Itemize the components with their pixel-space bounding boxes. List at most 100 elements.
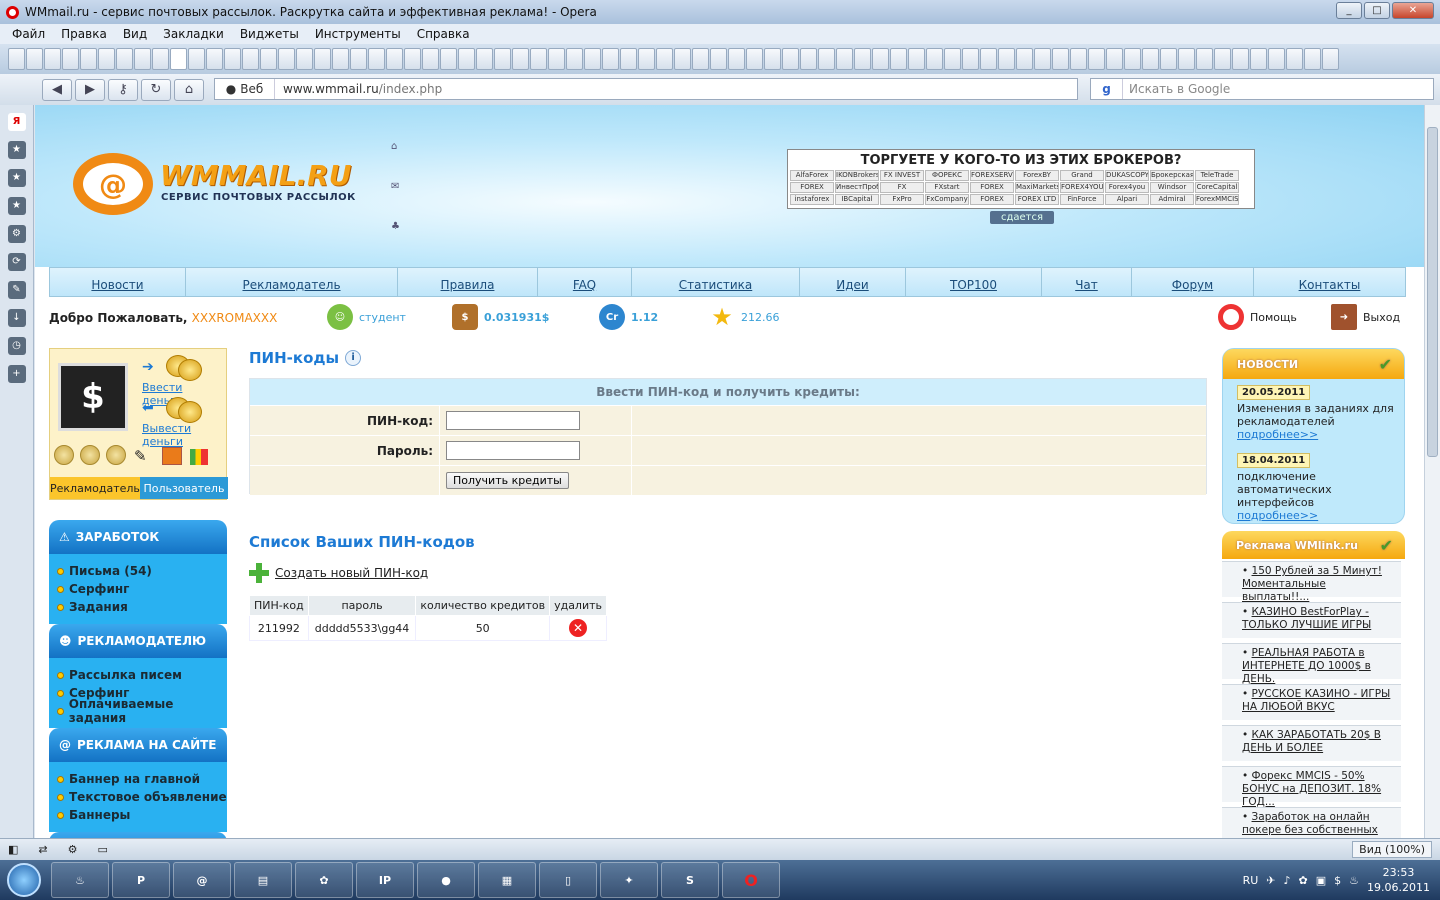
broker-logo[interactable]: TeleTrade xyxy=(1195,170,1239,181)
broker-logo[interactable]: FOREX CLUB xyxy=(970,182,1014,193)
broker-logo[interactable]: IKONBrokers xyxy=(835,170,879,181)
browser-tab[interactable] xyxy=(8,48,25,70)
avatar[interactable]: $ xyxy=(58,363,128,431)
browser-tab[interactable] xyxy=(908,48,925,70)
delete-icon[interactable]: ✕ xyxy=(569,619,588,637)
browser-tab[interactable] xyxy=(116,48,133,70)
broker-logo[interactable]: ForexBY xyxy=(1015,170,1059,181)
browser-tab[interactable] xyxy=(1214,48,1231,70)
browser-tab[interactable] xyxy=(242,48,259,70)
browser-tab[interactable] xyxy=(1070,48,1087,70)
menu-item-surfing[interactable]: Серфинг xyxy=(57,580,227,598)
username[interactable]: XXXROMAXXX xyxy=(192,311,278,325)
menu-item-banners[interactable]: Баннеры xyxy=(57,806,227,824)
maximize-button[interactable]: □ xyxy=(1364,2,1390,19)
browser-tab[interactable] xyxy=(602,48,619,70)
browser-tab[interactable] xyxy=(872,48,889,70)
help-link[interactable]: Помощь xyxy=(1218,304,1297,330)
browser-tab[interactable] xyxy=(260,48,277,70)
get-credits-button[interactable]: Получить кредиты xyxy=(446,472,569,489)
browser-tab[interactable] xyxy=(224,48,241,70)
nav-chat[interactable]: Чат xyxy=(1042,268,1132,296)
notes-icon[interactable]: ✎ xyxy=(7,281,26,299)
news-more-link[interactable]: подробнее>> xyxy=(1223,509,1404,522)
ad-item[interactable]: • РУССКОЕ КАЗИНО - ИГРЫ НА ЛЮБОЙ ВКУС xyxy=(1222,684,1401,720)
browser-tab[interactable] xyxy=(62,48,79,70)
tab-advertiser[interactable]: Рекламодатель xyxy=(50,477,140,499)
back-button[interactable]: ◀ xyxy=(42,78,72,101)
turbo-icon[interactable]: ▭ xyxy=(98,843,108,856)
browser-tab[interactable] xyxy=(1160,48,1177,70)
browser-tab[interactable] xyxy=(944,48,961,70)
browser-tab[interactable] xyxy=(152,48,169,70)
broker-logo[interactable]: FxPro xyxy=(880,194,924,205)
transfer-icon[interactable]: ⇄ xyxy=(38,843,47,856)
browser-tab[interactable] xyxy=(1196,48,1213,70)
nav-faq[interactable]: FAQ xyxy=(538,268,632,296)
browser-tab[interactable] xyxy=(962,48,979,70)
browser-tab[interactable] xyxy=(368,48,385,70)
browser-tab[interactable] xyxy=(638,48,655,70)
browser-tab[interactable] xyxy=(476,48,493,70)
pencil-icon[interactable]: ✎ xyxy=(134,447,147,465)
panel-toggle-icon[interactable]: ◧ xyxy=(8,843,18,856)
yandex-icon[interactable]: Я xyxy=(7,113,26,131)
browser-tab[interactable] xyxy=(890,48,907,70)
history-icon[interactable]: ◷ xyxy=(7,337,26,355)
mail-icon[interactable]: ✉ xyxy=(391,181,403,192)
browser-tab[interactable] xyxy=(458,48,475,70)
browser-tab[interactable] xyxy=(440,48,457,70)
explorer-task[interactable]: ▦ xyxy=(478,862,536,898)
ad-item[interactable]: • Заработок на онлайн покере без собстве… xyxy=(1222,807,1401,838)
logout-link[interactable]: ➜ Выход xyxy=(1331,304,1400,330)
browser-tab[interactable] xyxy=(980,48,997,70)
browser-tab[interactable] xyxy=(1124,48,1141,70)
scrollbar-thumb[interactable] xyxy=(1427,127,1438,457)
logo-at-icon[interactable]: @ xyxy=(73,153,153,215)
browser-tab[interactable] xyxy=(926,48,943,70)
menu-item-letters[interactable]: Письма (54) xyxy=(57,562,227,580)
broker-logo[interactable]: MaxiMarkets xyxy=(1015,182,1059,193)
language-indicator[interactable]: RU xyxy=(1243,874,1259,887)
search-input[interactable]: g Искать в Google xyxy=(1090,78,1434,100)
orange-task[interactable]: ● xyxy=(417,862,475,898)
unite-icon[interactable]: ⟳ xyxy=(7,253,26,271)
broker-logo[interactable]: ФОРЕКС xyxy=(925,170,969,181)
browser-tab[interactable] xyxy=(512,48,529,70)
ad-item[interactable]: • РЕАЛЬНАЯ РАБОТА в ИНТЕРНЕТЕ ДО 1000$ в… xyxy=(1222,643,1401,685)
broker-banner[interactable]: ТОРГУЕТЕ У КОГО-ТО ИЗ ЭТИХ БРОКЕРОВ? Alf… xyxy=(787,149,1255,209)
bricks-icon[interactable] xyxy=(162,447,182,465)
broker-logo[interactable]: Брокерская компания xyxy=(1150,170,1194,181)
browser-tab[interactable] xyxy=(1052,48,1069,70)
nav-forum[interactable]: Форум xyxy=(1132,268,1254,296)
close-button[interactable]: ✕ xyxy=(1392,2,1434,19)
browser-tab[interactable] xyxy=(746,48,763,70)
menu-item-paid-tasks[interactable]: Оплачиваемые задания xyxy=(57,697,227,725)
menu-item-tasks[interactable]: Задания xyxy=(57,598,227,616)
menu-bookmarks[interactable]: Закладки xyxy=(155,27,232,41)
browser-tab[interactable] xyxy=(800,48,817,70)
editor-task[interactable]: P xyxy=(112,862,170,898)
browser-tab[interactable] xyxy=(422,48,439,70)
forward-button[interactable]: ▶ xyxy=(75,78,105,101)
volume-icon[interactable]: ♪ xyxy=(1283,874,1290,887)
broker-logo[interactable]: Admiral xyxy=(1150,194,1194,205)
steam-tray-icon[interactable]: ♨ xyxy=(1349,874,1359,887)
password-input[interactable] xyxy=(446,441,580,460)
dollar-icon[interactable]: $ xyxy=(1334,874,1341,887)
ad-item[interactable]: • Форекс MMCIS - 50% БОНУС на ДЕПОЗИТ. 1… xyxy=(1222,766,1401,808)
broker-logo[interactable]: FOREXSERVICE xyxy=(970,170,1014,181)
broker-logo[interactable]: Alpari xyxy=(1105,194,1149,205)
browser-tab[interactable] xyxy=(584,48,601,70)
icq-task[interactable]: ✿ xyxy=(295,862,353,898)
start-button[interactable] xyxy=(0,860,48,900)
browser-tab[interactable] xyxy=(1250,48,1267,70)
broker-logo[interactable]: FX INVEST xyxy=(880,170,924,181)
browser-tab[interactable] xyxy=(818,48,835,70)
broker-logo[interactable]: FXstart xyxy=(925,182,969,193)
chart-icon[interactable] xyxy=(190,449,208,465)
browser-tab[interactable] xyxy=(836,48,853,70)
browser-tab[interactable] xyxy=(278,48,295,70)
broker-logo[interactable]: Windsor xyxy=(1150,182,1194,193)
browser-tab[interactable] xyxy=(188,48,205,70)
